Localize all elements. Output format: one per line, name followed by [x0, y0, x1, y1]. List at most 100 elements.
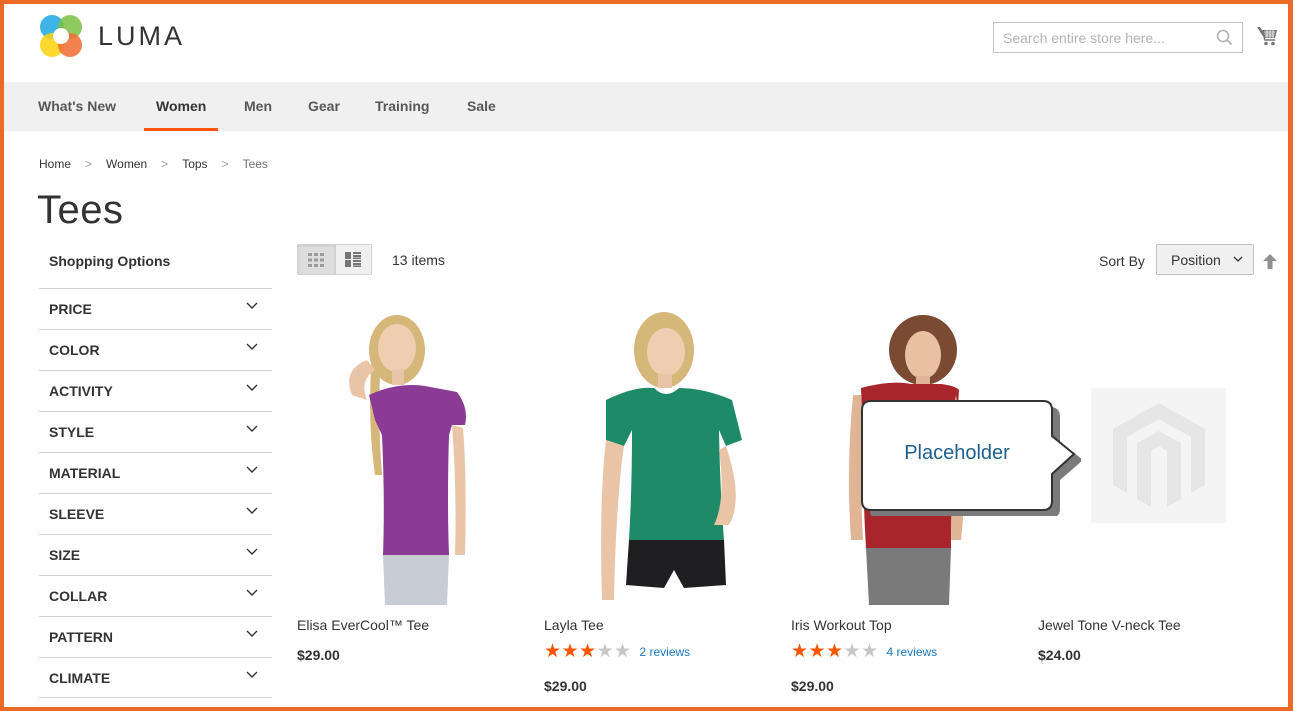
chevron-down-icon — [246, 548, 258, 555]
filter-label: PRICE — [49, 301, 92, 317]
page-header: LUMA — [0, 0, 1293, 82]
main-navigation: What's New Women Men Gear Training Sale — [4, 82, 1288, 131]
chevron-down-icon — [246, 671, 258, 678]
product-rating: ★ ★ ★ ★ ★ 4 reviews — [791, 641, 938, 662]
star-filled-icon: ★ — [791, 641, 809, 662]
product-price: $29.00 — [791, 678, 834, 694]
star-filled-icon: ★ — [561, 641, 579, 662]
chevron-down-icon — [246, 302, 258, 309]
filter-collar[interactable]: COLLAR — [39, 575, 272, 616]
filter-pattern[interactable]: PATTERN — [39, 616, 272, 657]
nav-item-women[interactable]: Women — [144, 82, 219, 131]
filter-label: CLIMATE — [49, 670, 111, 686]
view-mode-switcher — [297, 244, 372, 275]
magento-logo-icon — [1112, 402, 1205, 507]
filter-sleeve[interactable]: SLEEVE — [39, 493, 272, 534]
filter-color[interactable]: COLOR — [39, 329, 272, 370]
product-price: $24.00 — [1038, 647, 1081, 663]
product-price: $29.00 — [544, 678, 587, 694]
filter-style[interactable]: STYLE — [39, 411, 272, 452]
star-filled-icon: ★ — [826, 641, 844, 662]
filter-label: COLOR — [49, 342, 100, 358]
chevron-down-icon — [1233, 256, 1243, 262]
product-name[interactable]: Elisa EverCool™ Tee — [297, 617, 429, 633]
chevron-down-icon — [246, 507, 258, 514]
breadcrumb-separator: > — [161, 157, 169, 171]
filter-label: SLEEVE — [49, 506, 105, 522]
star-empty-icon: ★ — [843, 641, 861, 662]
product-name[interactable]: Iris Workout Top — [791, 617, 892, 633]
breadcrumb: Home > Women > Tops > Tees — [39, 157, 268, 171]
product-name[interactable]: Jewel Tone V-neck Tee — [1038, 617, 1181, 633]
placeholder-product-image[interactable] — [1091, 388, 1226, 523]
breadcrumb-home[interactable]: Home — [39, 157, 71, 171]
breadcrumb-current: Tees — [242, 157, 268, 171]
rating-stars: ★ ★ ★ ★ ★ — [791, 641, 879, 662]
nav-item-gear[interactable]: Gear — [296, 82, 352, 131]
list-icon — [345, 252, 362, 267]
filter-size[interactable]: SIZE — [39, 534, 272, 575]
product-card: Elisa EverCool™ Tee $29.00 — [297, 300, 527, 663]
filter-label: COLLAR — [49, 588, 108, 604]
search-input[interactable] — [994, 23, 1204, 52]
search-icon[interactable] — [1216, 29, 1233, 46]
chevron-down-icon — [246, 589, 258, 596]
star-filled-icon: ★ — [544, 641, 562, 662]
product-image[interactable] — [544, 300, 774, 605]
product-rating: ★ ★ ★ ★ ★ 2 reviews — [544, 641, 691, 662]
store-logo[interactable]: LUMA — [38, 13, 185, 59]
star-empty-icon: ★ — [596, 641, 614, 662]
star-empty-icon: ★ — [861, 641, 879, 662]
product-price: $29.00 — [297, 647, 340, 663]
star-filled-icon: ★ — [579, 641, 597, 662]
search-box — [993, 22, 1243, 53]
breadcrumb-women[interactable]: Women — [106, 157, 147, 171]
sort-by-select[interactable]: Position — [1156, 244, 1254, 275]
page-title: Tees — [37, 188, 124, 232]
item-count: 13 items — [392, 252, 445, 268]
nav-item-whats-new[interactable]: What's New — [26, 82, 128, 131]
nav-item-men[interactable]: Men — [232, 82, 284, 131]
bottom-shape — [866, 548, 951, 605]
product-card: Layla Tee ★ ★ ★ ★ ★ 2 reviews $29.00 — [544, 300, 774, 694]
filter-label: SIZE — [49, 547, 81, 563]
filter-label: STYLE — [49, 424, 95, 440]
grid-view-button[interactable] — [298, 245, 335, 274]
chevron-down-icon — [246, 425, 258, 432]
model-photo — [601, 312, 742, 600]
product-name[interactable]: Layla Tee — [544, 617, 604, 633]
chevron-down-icon — [246, 630, 258, 637]
cart-icon[interactable] — [1256, 25, 1278, 47]
callout-text: Placeholder — [904, 442, 1010, 464]
model-photo — [349, 315, 466, 605]
chevron-down-icon — [246, 343, 258, 350]
filter-material[interactable]: MATERIAL — [39, 452, 272, 493]
filter-label: PATTERN — [49, 629, 114, 645]
luma-logo-icon — [38, 13, 84, 59]
filter-label: ACTIVITY — [49, 383, 113, 399]
nav-item-training[interactable]: Training — [363, 82, 441, 131]
placeholder-callout: Placeholder — [861, 400, 1081, 516]
breadcrumb-separator: > — [221, 157, 229, 171]
shirt-shape — [369, 385, 466, 555]
filter-climate[interactable]: CLIMATE — [39, 657, 272, 698]
sort-direction-arrow-icon[interactable] — [1263, 254, 1277, 269]
chevron-down-icon — [246, 384, 258, 391]
bottom-shape — [383, 555, 449, 605]
sort-by-label: Sort By — [1099, 253, 1145, 269]
filter-sidebar: Shopping Options PRICE COLOR ACTIVITY STYLE… — [39, 245, 272, 698]
breadcrumb-tops[interactable]: Tops — [182, 157, 207, 171]
shopping-options-title: Shopping Options — [49, 253, 171, 269]
filter-price[interactable]: PRICE — [39, 288, 272, 329]
chevron-down-icon — [246, 466, 258, 473]
filter-activity[interactable]: ACTIVITY — [39, 370, 272, 411]
star-empty-icon: ★ — [614, 641, 632, 662]
list-view-button[interactable] — [334, 245, 371, 274]
nav-item-sale[interactable]: Sale — [455, 82, 508, 131]
reviews-link[interactable]: 4 reviews — [887, 645, 938, 659]
breadcrumb-separator: > — [85, 157, 93, 171]
bottom-shape — [626, 540, 726, 588]
grid-icon — [308, 252, 325, 267]
product-image[interactable] — [297, 300, 527, 605]
reviews-link[interactable]: 2 reviews — [640, 645, 691, 659]
